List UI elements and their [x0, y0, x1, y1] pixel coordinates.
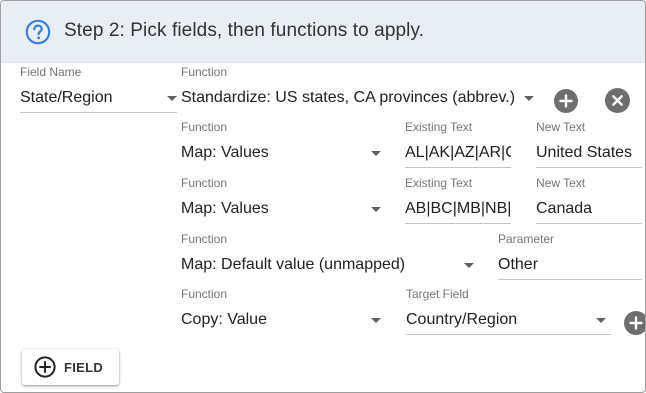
field-mapping-panel: Step 2: Pick fields, then functions to a…: [0, 0, 646, 393]
new-text-underline: [536, 223, 642, 224]
add-function-button[interactable]: [624, 311, 645, 335]
add-function-button[interactable]: [554, 89, 578, 113]
existing-text-underline: [405, 223, 511, 224]
remove-field-button[interactable]: [605, 88, 630, 113]
new-text-underline: [536, 167, 642, 168]
close-circle-icon: [612, 95, 623, 106]
function-value: Map: Values: [181, 200, 269, 217]
new-text-label: New Text: [536, 120, 586, 134]
target-field-label: Target Field: [406, 287, 469, 301]
parameter-label: Parameter: [498, 232, 555, 246]
field-name-label: Field Name: [20, 65, 82, 79]
plus-circle-icon: [629, 316, 643, 330]
parameter-input[interactable]: Other: [498, 256, 642, 274]
function-label: Function: [181, 65, 228, 79]
chevron-down-icon: [524, 96, 534, 101]
chevron-down-icon: [167, 96, 177, 101]
chevron-down-icon: [464, 263, 474, 268]
main-function-value: Standardize: US states, CA provinces (ab…: [181, 89, 516, 106]
new-text-label: New Text: [536, 176, 586, 190]
plus-circle-outline-icon: [34, 356, 56, 378]
plus-circle-icon: [559, 94, 573, 108]
add-field-button[interactable]: FIELD: [22, 349, 119, 385]
existing-text-label: Existing Text: [405, 120, 473, 134]
existing-text-underline: [405, 167, 511, 168]
function-label: Function: [181, 287, 228, 301]
parameter-underline: [498, 279, 642, 280]
function-value: Copy: Value: [181, 311, 267, 328]
function-value: Map: Default value (unmapped): [181, 256, 406, 273]
existing-text-input[interactable]: AB|BC|MB|NB|I: [405, 200, 511, 218]
new-text-input[interactable]: United States: [536, 144, 642, 162]
function-label: Function: [181, 120, 228, 134]
target-field-value: Country/Region: [406, 311, 518, 328]
new-text-input[interactable]: Canada: [536, 200, 642, 218]
chevron-down-icon: [371, 207, 381, 212]
field-name-value: State/Region: [20, 89, 113, 106]
target-field-underline: [406, 334, 611, 335]
function-label: Function: [181, 232, 228, 246]
step-header: Step 2: Pick fields, then functions to a…: [1, 1, 645, 63]
chevron-down-icon: [371, 151, 381, 156]
function-value: Map: Values: [181, 144, 269, 161]
question-circle-icon[interactable]: [25, 19, 51, 45]
add-field-label: FIELD: [64, 360, 104, 375]
function-label: Function: [181, 176, 228, 190]
existing-text-input[interactable]: AL|AK|AZ|AR|C: [405, 144, 511, 162]
step-title: Step 2: Pick fields, then functions to a…: [64, 20, 425, 41]
chevron-down-icon: [371, 318, 381, 323]
existing-text-label: Existing Text: [405, 176, 473, 190]
field-name-underline: [20, 112, 177, 113]
chevron-down-icon: [596, 318, 606, 323]
